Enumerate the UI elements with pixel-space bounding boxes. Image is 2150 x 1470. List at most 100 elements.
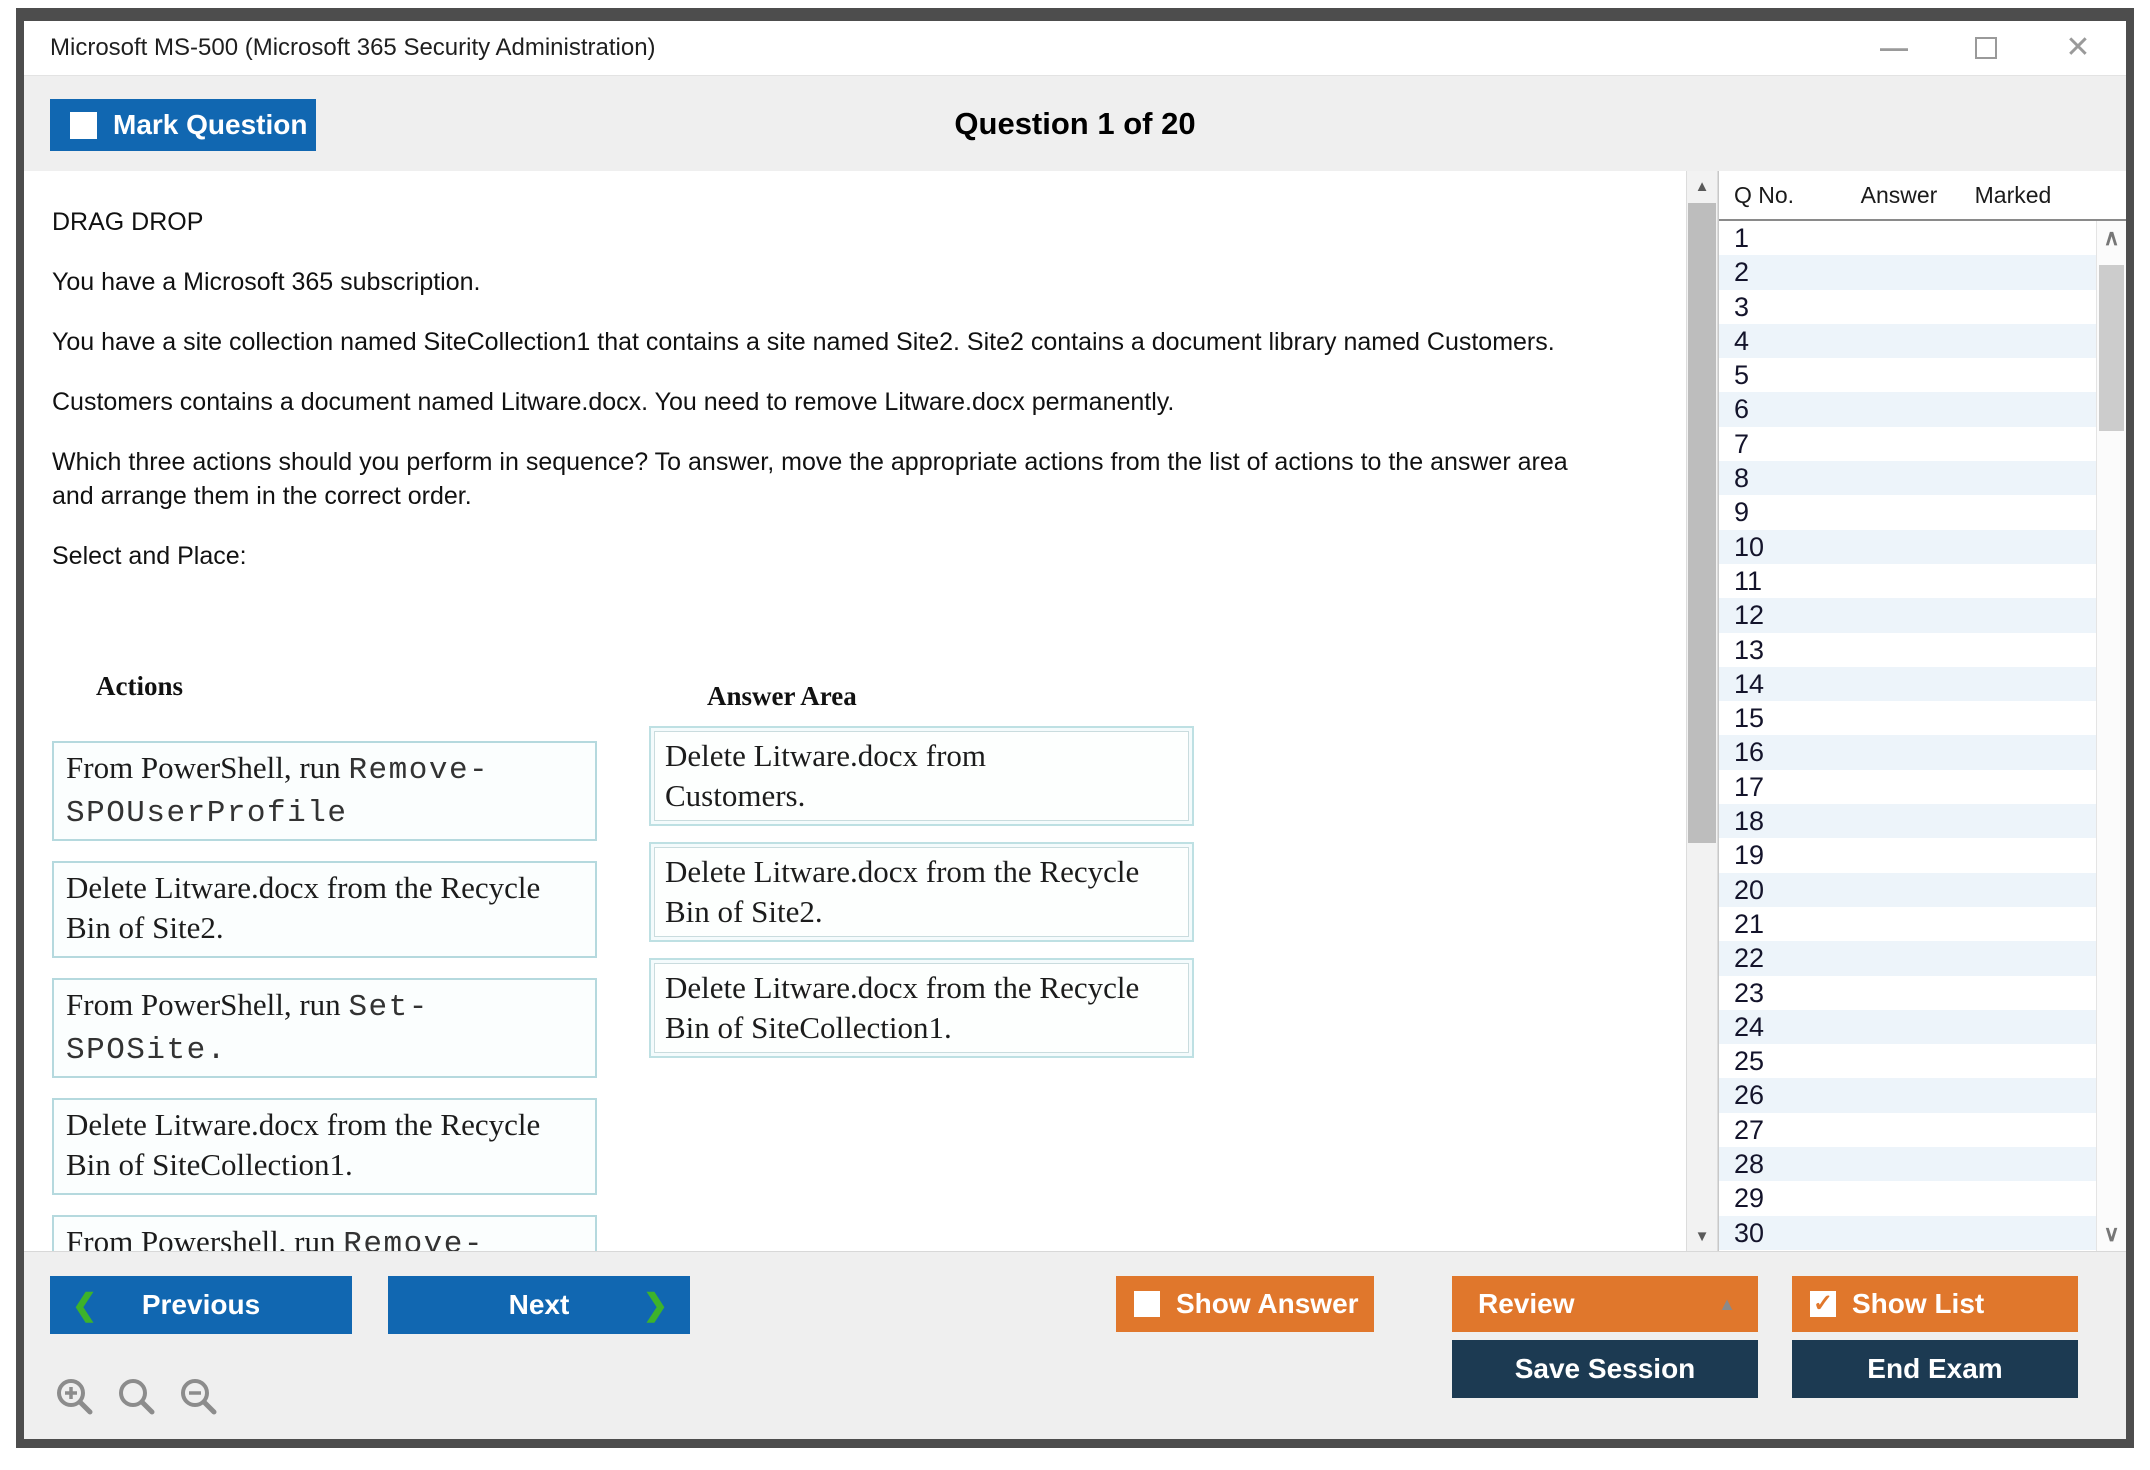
question-number: 15 xyxy=(1734,703,1764,733)
question-list-row[interactable]: 3 xyxy=(1719,290,2096,324)
question-text: DRAG DROP You have a Microsoft 365 subsc… xyxy=(52,205,1686,573)
action-item[interactable]: From Powershell, run Remove- xyxy=(52,1215,597,1251)
question-number: 10 xyxy=(1734,532,1764,562)
question-number: 1 xyxy=(1734,223,1749,253)
question-list-row[interactable]: 20 xyxy=(1719,873,2096,907)
title-bar: Microsoft MS-500 (Microsoft 365 Security… xyxy=(24,21,2126,75)
question-number: 9 xyxy=(1734,497,1749,527)
question-list-row[interactable]: 19 xyxy=(1719,838,2096,872)
question-list-row[interactable]: 30 xyxy=(1719,1216,2096,1250)
question-number: 29 xyxy=(1734,1183,1764,1213)
question-list-row[interactable]: 5 xyxy=(1719,358,2096,392)
end-exam-button[interactable]: End Exam xyxy=(1792,1340,2078,1398)
column-header-marked: Marked xyxy=(1959,182,2067,209)
question-list-row[interactable]: 25 xyxy=(1719,1044,2096,1078)
chevron-left-icon: ❮ xyxy=(72,1288,97,1323)
question-number: 14 xyxy=(1734,669,1764,699)
maximize-icon[interactable] xyxy=(1968,30,2004,66)
scroll-up-icon[interactable]: ▲ xyxy=(1687,171,1717,201)
previous-button[interactable]: ❮ Previous xyxy=(50,1276,352,1334)
question-list-row[interactable]: 7 xyxy=(1719,427,2096,461)
question-number: 30 xyxy=(1734,1218,1764,1248)
question-list-row[interactable]: 21 xyxy=(1719,907,2096,941)
question-list-row[interactable]: 11 xyxy=(1719,564,2096,598)
magnifier-icon[interactable] xyxy=(114,1374,160,1420)
next-button[interactable]: Next ❯ xyxy=(388,1276,690,1334)
question-list-row[interactable]: 13 xyxy=(1719,633,2096,667)
check-icon: ✓ xyxy=(1813,1292,1833,1316)
question-number: 13 xyxy=(1734,635,1764,665)
question-list-row[interactable]: 16 xyxy=(1719,735,2096,769)
mark-question-checkbox[interactable] xyxy=(70,112,97,139)
actions-column: Actions From PowerShell, run Remove-SPOU… xyxy=(52,671,597,1251)
question-list-row[interactable]: 14 xyxy=(1719,667,2096,701)
question-list-row[interactable]: 12 xyxy=(1719,598,2096,632)
question-number: 8 xyxy=(1734,463,1749,493)
question-list-row[interactable]: 9 xyxy=(1719,495,2096,529)
review-label: Review xyxy=(1478,1288,1575,1320)
question-number: 21 xyxy=(1734,909,1764,939)
question-number: 3 xyxy=(1734,292,1749,322)
question-paragraph: You have a Microsoft 365 subscription. xyxy=(52,265,1612,299)
action-item[interactable]: From PowerShell, run Remove-SPOUserProfi… xyxy=(52,741,597,841)
question-list-row[interactable]: 24 xyxy=(1719,1010,2096,1044)
question-panel: DRAG DROP You have a Microsoft 365 subsc… xyxy=(24,171,1686,1251)
question-list-row[interactable]: 18 xyxy=(1719,804,2096,838)
question-number: 4 xyxy=(1734,326,1749,356)
question-scrollbar-thumb[interactable] xyxy=(1688,203,1716,843)
answer-slot[interactable]: Delete Litware.docx from Customers. xyxy=(649,726,1194,826)
question-list-row[interactable]: 6 xyxy=(1719,392,2096,426)
question-list-row[interactable]: 4 xyxy=(1719,324,2096,358)
question-list-row[interactable]: 2 xyxy=(1719,255,2096,289)
question-list-row[interactable]: 28 xyxy=(1719,1147,2096,1181)
show-answer-button[interactable]: Show Answer xyxy=(1116,1276,1374,1332)
review-button[interactable]: Review ▲ xyxy=(1452,1276,1758,1332)
window-controls: — ✕ xyxy=(1876,21,2096,75)
answer-text: Delete Litware.docx from Customers. xyxy=(665,738,986,813)
answer-slot-inner: Delete Litware.docx from the Recycle Bin… xyxy=(654,963,1189,1053)
question-number: 18 xyxy=(1734,806,1764,836)
action-text: From Powershell, run xyxy=(66,1224,343,1251)
question-list-row[interactable]: 8 xyxy=(1719,461,2096,495)
drag-drop-area: Actions From PowerShell, run Remove-SPOU… xyxy=(52,671,1686,1251)
show-list-checkbox[interactable]: ✓ xyxy=(1810,1291,1836,1317)
question-list-body: 1234567891011121314151617181920212223242… xyxy=(1719,221,2126,1251)
answer-slot[interactable]: Delete Litware.docx from the Recycle Bin… xyxy=(649,958,1194,1058)
action-item[interactable]: Delete Litware.docx from the Recycle Bin… xyxy=(52,861,597,958)
question-list-row[interactable]: 23 xyxy=(1719,976,2096,1010)
question-list-row[interactable]: 26 xyxy=(1719,1078,2096,1112)
save-session-label: Save Session xyxy=(1515,1353,1696,1385)
question-counter: Question 1 of 20 xyxy=(24,76,2126,171)
question-list-row[interactable]: 17 xyxy=(1719,770,2096,804)
question-list-scrollbar[interactable]: ∧ ∨ xyxy=(2096,221,2126,1251)
question-number: 26 xyxy=(1734,1080,1764,1110)
zoom-in-icon[interactable] xyxy=(52,1374,98,1420)
question-list-scrollbar-thumb[interactable] xyxy=(2099,265,2124,431)
action-item[interactable]: Delete Litware.docx from the Recycle Bin… xyxy=(52,1098,597,1195)
save-session-button[interactable]: Save Session xyxy=(1452,1340,1758,1398)
window-title: Microsoft MS-500 (Microsoft 365 Security… xyxy=(50,34,656,62)
question-number: 7 xyxy=(1734,429,1749,459)
mark-question-button[interactable]: Mark Question xyxy=(50,99,316,151)
list-scroll-down-icon[interactable]: ∨ xyxy=(2097,1219,2126,1249)
close-icon[interactable]: ✕ xyxy=(2060,30,2096,66)
answer-slot-inner: Delete Litware.docx from the Recycle Bin… xyxy=(654,847,1189,937)
question-list-row[interactable]: 27 xyxy=(1719,1113,2096,1147)
question-list-row[interactable]: 15 xyxy=(1719,701,2096,735)
action-item[interactable]: From PowerShell, run Set-SPOSite. xyxy=(52,978,597,1078)
answer-slot-inner: Delete Litware.docx from Customers. xyxy=(654,731,1189,821)
question-list-row[interactable]: 29 xyxy=(1719,1181,2096,1215)
show-list-button[interactable]: ✓ Show List xyxy=(1792,1276,2078,1332)
answer-slot[interactable]: Delete Litware.docx from the Recycle Bin… xyxy=(649,842,1194,942)
question-list-row[interactable]: 1 xyxy=(1719,221,2096,255)
question-list-row[interactable]: 10 xyxy=(1719,530,2096,564)
footer-bar: ❮ Previous Next ❯ Show Answer Review ▲ ✓… xyxy=(24,1251,2126,1439)
question-header-bar: Mark Question Question 1 of 20 xyxy=(24,75,2126,171)
question-list-row[interactable]: 22 xyxy=(1719,941,2096,975)
scroll-down-icon[interactable]: ▼ xyxy=(1687,1221,1717,1251)
zoom-out-icon[interactable] xyxy=(176,1374,222,1420)
question-scrollbar[interactable]: ▲ ▼ xyxy=(1686,171,1718,1251)
minimize-icon[interactable]: — xyxy=(1876,30,1912,66)
show-answer-checkbox[interactable] xyxy=(1134,1291,1160,1317)
list-scroll-up-icon[interactable]: ∧ xyxy=(2097,223,2126,253)
